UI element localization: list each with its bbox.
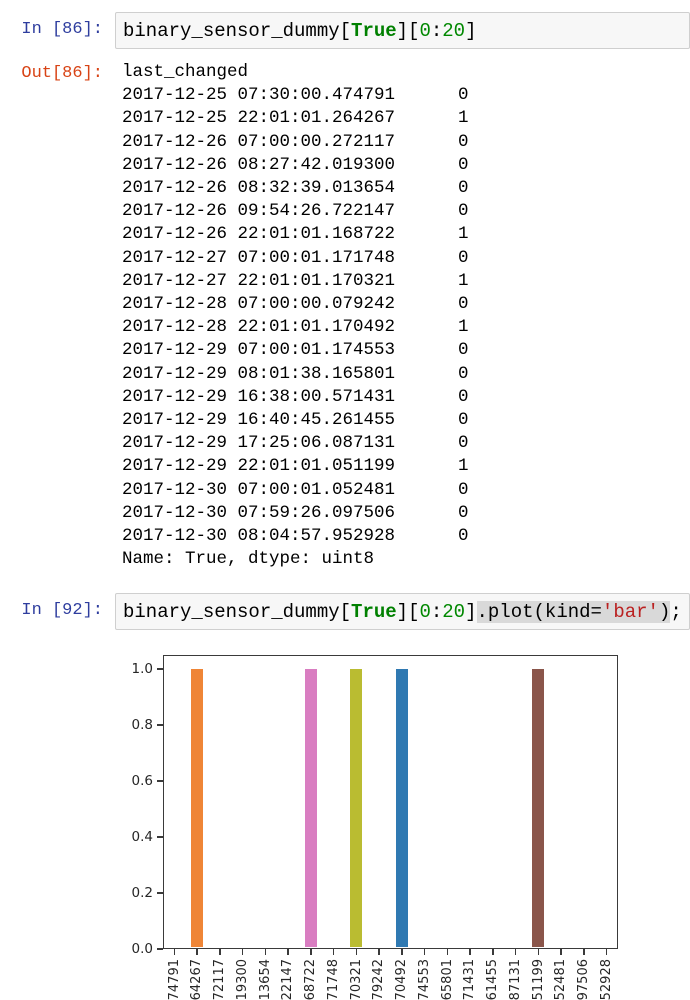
code-token: ) [658,601,671,623]
x-tick [446,949,449,955]
bar [395,669,408,947]
code-token: : [430,601,443,623]
x-tick-label-text: 2017-12-30 07:00:01.052481 [553,959,568,1000]
x-tick-label-text: 2017-12-26 08:32:39.013654 [257,959,272,1000]
y-tick-label: 0.4 [131,829,153,845]
bar [350,669,363,947]
bar-chart-figure: 0.0 0.2 0.4 0.6 0.8 1.0 2017-12-25 07:30:00.47… [120,648,680,1000]
y-tick [157,724,163,726]
x-tick-label-text: 2017-12-27 07:00:01.171748 [326,959,341,1000]
y-tick [157,780,163,782]
y-tick-label: 0.0 [131,941,153,957]
x-tick [560,949,562,955]
x-tick-label-text: 2017-12-27 22:01:01.170321 [348,959,363,1000]
x-tick-label-text: 2017-12-30 07:59:26.097506 [576,959,591,1000]
x-tick [423,949,426,955]
x-tick [583,949,585,955]
code-token: True [351,601,397,623]
x-tick [219,949,221,955]
code-line-92: binary_sensor_dummy[True][0:20].plot(kin… [123,601,689,623]
code-token: : [430,20,443,42]
y-tick [157,892,163,894]
x-tick [287,949,289,955]
code-token: ][ [396,601,420,623]
x-tick-label-text: 2017-12-26 07:00:00.272117 [212,959,227,1000]
code-token: 0 [419,601,431,623]
x-tick-label-text: 2017-12-29 17:25:06.087131 [508,959,523,1000]
code-token: 20 [442,601,466,623]
code-token: 'bar' [601,601,659,623]
y-tick-label: 0.8 [131,717,153,733]
x-tick [469,949,471,955]
notebook-page: In [86]: binary_sensor_dummy[True][0:20]… [0,0,690,1000]
x-tick-label-text: 2017-12-28 22:01:01.170492 [394,959,409,1000]
x-tick-label-text: 2017-12-29 16:38:00.571431 [462,959,477,1000]
y-tick [157,836,163,838]
x-tick [537,949,540,955]
code-cell-86[interactable]: binary_sensor_dummy[True][0:20] [115,12,690,49]
bar [304,669,317,947]
x-tick [605,949,608,955]
plot-area [163,655,618,949]
x-tick-label-text: 2017-12-29 22:01:01.051199 [530,959,545,1000]
series-output-text: last_changed 2017-12-25 07:30:00.474791 … [122,62,469,570]
x-tick-label-text: 2017-12-28 07:00:00.079242 [371,959,386,1000]
x-tick-label-text: 2017-12-29 08:01:38.165801 [439,959,454,1000]
x-tick-label-text: 2017-12-29 07:00:01.174553 [417,959,432,1000]
y-tick-label: 0.2 [131,885,153,901]
output-prompt-86: Out[86]: [21,64,103,83]
x-tick [332,949,335,955]
code-token: 20 [442,20,466,42]
y-tick [157,668,163,670]
x-tick-label-text: 2017-12-30 08:04:57.952928 [599,959,614,1000]
x-tick-label-text: 2017-12-26 09:54:26.722147 [280,959,295,1000]
x-tick [401,949,403,955]
bar [532,669,545,947]
code-token: ; [670,601,682,623]
x-tick [264,949,267,955]
code-token: 0 [419,20,431,42]
bar [191,669,204,947]
x-tick-label-text: 2017-12-29 16:40:45.261455 [485,959,500,1000]
x-tick-label-text: 2017-12-26 22:01:01.168722 [303,959,318,1000]
code-token: ] [465,601,477,623]
x-tick-label-text: 2017-12-25 07:30:00.474791 [166,959,181,1000]
input-prompt-86: In [86]: [21,20,103,39]
x-tick [310,949,312,955]
y-tick-label: 0.6 [131,773,153,789]
x-tick [378,949,380,955]
x-tick [514,949,517,955]
y-tick [157,948,163,950]
code-line-86: binary_sensor_dummy[True][0:20] [123,20,689,42]
code-token: True [351,20,397,42]
code-token: ][ [396,20,420,42]
y-tick-label: 1.0 [131,661,153,677]
code-token: binary_sensor_dummy[ [123,601,352,623]
code-token: ] [465,20,477,42]
x-tick [173,949,176,955]
code-token: .plot(kind= [476,601,602,623]
x-tick-label-text: 2017-12-25 22:01:01.264267 [189,959,204,1000]
x-tick-label-text: 2017-12-26 08:27:42.019300 [235,959,250,1000]
x-tick [196,949,198,955]
input-prompt-92: In [92]: [21,601,103,620]
x-tick [241,949,244,955]
code-cell-92[interactable]: binary_sensor_dummy[True][0:20].plot(kin… [115,593,690,630]
x-tick [355,949,358,955]
code-token: binary_sensor_dummy[ [123,20,352,42]
x-tick [492,949,494,955]
